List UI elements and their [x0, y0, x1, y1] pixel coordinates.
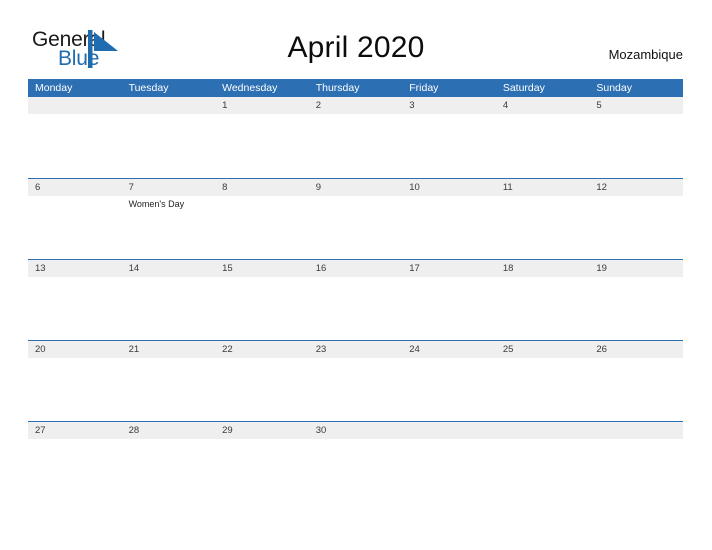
day-cell[interactable]: 17: [402, 260, 496, 341]
day-cell[interactable]: 6: [28, 179, 122, 260]
day-number: 28: [128, 425, 140, 436]
day-number: 30: [315, 425, 327, 436]
calendar-grid: Monday Tuesday Wednesday Thursday Friday…: [28, 79, 683, 502]
day-cell-empty: [122, 97, 216, 178]
day-cell[interactable]: 22: [215, 341, 309, 422]
day-cell[interactable]: 8: [215, 179, 309, 260]
day-number: 4: [502, 100, 509, 111]
day-cell-empty: [402, 422, 496, 503]
week-cells: 20 21 22 23 24 25 26: [28, 341, 683, 422]
day-number: 17: [409, 263, 420, 274]
day-number: 11: [502, 182, 513, 193]
day-cell[interactable]: 16: [309, 260, 403, 341]
day-number: 23: [315, 344, 327, 355]
weekday-wednesday: Wednesday: [222, 82, 278, 94]
weekday-sunday: Sunday: [596, 82, 632, 94]
day-number: 14: [128, 263, 140, 274]
day-number: 3: [409, 100, 415, 111]
day-cell[interactable]: 25: [496, 341, 590, 422]
weekday-header-row: Monday Tuesday Wednesday Thursday Friday…: [28, 79, 683, 97]
day-number: 16: [315, 263, 327, 274]
page-header: General Blue April 2020 Mozambique: [0, 0, 712, 76]
day-cell[interactable]: 26: [589, 341, 683, 422]
week-cells: 6 7 Women's Day 8 9 10 11 12: [28, 179, 683, 260]
day-cell[interactable]: 4: [496, 97, 590, 178]
day-number: 12: [596, 182, 607, 193]
day-number: 9: [315, 182, 321, 193]
calendar-week-row: 6 7 Women's Day 8 9 10 11 12: [28, 178, 683, 259]
holiday-label: Women's Day: [128, 199, 185, 209]
day-cell[interactable]: 10: [402, 179, 496, 260]
day-number: 27: [35, 425, 46, 436]
calendar-page: General Blue April 2020 Mozambique Monda…: [0, 0, 712, 550]
day-number: 1: [222, 100, 228, 111]
day-number: 25: [502, 344, 514, 355]
weekday-monday: Monday: [35, 82, 73, 94]
calendar-week-row: 27 28 29 30: [28, 421, 683, 502]
day-number: 18: [502, 263, 514, 274]
day-cell[interactable]: 13: [28, 260, 122, 341]
day-cell[interactable]: 19: [589, 260, 683, 341]
day-cell[interactable]: 27: [28, 422, 122, 503]
day-cell[interactable]: 7 Women's Day: [122, 179, 216, 260]
day-cell[interactable]: 2: [309, 97, 403, 178]
day-cell[interactable]: 29: [215, 422, 309, 503]
day-cell[interactable]: 11: [496, 179, 590, 260]
weekday-saturday: Saturday: [502, 82, 545, 94]
day-number: 6: [35, 182, 41, 193]
day-number: 29: [222, 425, 233, 436]
day-number: 7: [128, 182, 134, 193]
day-number: 8: [222, 182, 228, 193]
day-cell[interactable]: 24: [402, 341, 496, 422]
day-cell[interactable]: 20: [28, 341, 122, 422]
day-number: 26: [596, 344, 607, 355]
day-cell[interactable]: 30: [309, 422, 403, 503]
week-cells: 1 2 3 4 5: [28, 97, 683, 178]
calendar-week-row: 1 2 3 4 5: [28, 97, 683, 178]
day-cell[interactable]: 12: [589, 179, 683, 260]
calendar-week-row: 20 21 22 23 24 25 26: [28, 340, 683, 421]
day-cell[interactable]: 1: [215, 97, 309, 178]
day-number: 24: [409, 344, 420, 355]
day-cell[interactable]: 14: [122, 260, 216, 341]
weekday-thursday: Thursday: [315, 82, 360, 94]
day-number: 20: [35, 344, 46, 355]
day-number: 2: [315, 100, 321, 111]
weekday-tuesday: Tuesday: [128, 82, 169, 94]
day-cell[interactable]: 21: [122, 341, 216, 422]
page-title: April 2020: [287, 31, 425, 64]
day-number: 21: [128, 344, 140, 355]
day-cell-empty: [589, 422, 683, 503]
day-cell[interactable]: 28: [122, 422, 216, 503]
country-label: Mozambique: [608, 47, 683, 62]
day-number: 22: [222, 344, 233, 355]
day-cell[interactable]: 9: [309, 179, 403, 260]
day-number: 13: [35, 263, 46, 274]
day-cell[interactable]: 18: [496, 260, 590, 341]
day-number: 19: [596, 263, 607, 274]
day-cell-empty: [28, 97, 122, 178]
day-cell[interactable]: 3: [402, 97, 496, 178]
day-cell[interactable]: 23: [309, 341, 403, 422]
calendar-week-row: 13 14 15 16 17 18 19: [28, 259, 683, 340]
day-number: 5: [596, 100, 602, 111]
day-number: 10: [409, 182, 420, 193]
day-events: Women's Day: [129, 196, 216, 210]
weekday-friday: Friday: [409, 82, 439, 94]
week-cells: 13 14 15 16 17 18 19: [28, 260, 683, 341]
week-cells: 27 28 29 30: [28, 422, 683, 503]
day-cell[interactable]: 5: [589, 97, 683, 178]
day-cell[interactable]: 15: [215, 260, 309, 341]
calendar-weeks: 1 2 3 4 5 6 7 Women's Day 8 9 10 11 12 13 14 15 16 17 18 19…: [28, 97, 683, 502]
day-number: 15: [222, 263, 233, 274]
day-cell-empty: [496, 422, 590, 503]
